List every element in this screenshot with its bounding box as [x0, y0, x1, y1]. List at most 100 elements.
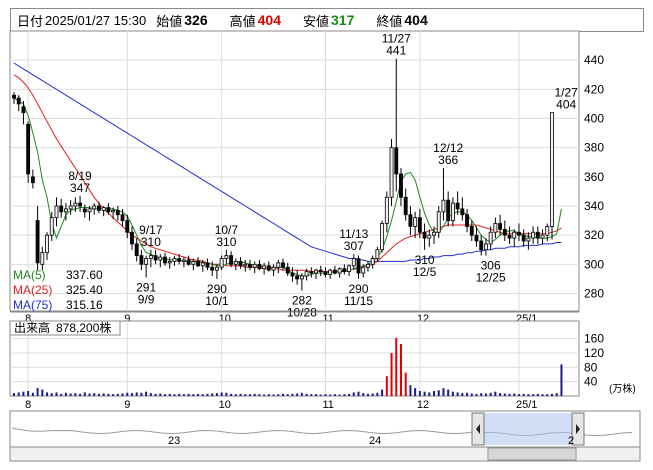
- volume-bar: [145, 391, 148, 396]
- candle-body: [35, 220, 40, 264]
- price-annotation: 10/1: [205, 294, 229, 308]
- volume-bar: [248, 394, 251, 396]
- volume-bar: [79, 393, 82, 396]
- volume-bar: [437, 390, 440, 396]
- stock-chart: 8/193479/173102919/910/731029010/1 28210/…: [9, 30, 641, 462]
- candle-body: [266, 265, 271, 271]
- volume-bar: [97, 393, 100, 396]
- volume-bar: [173, 394, 176, 396]
- volume-bar: [348, 393, 351, 396]
- volume-bar: [352, 392, 355, 396]
- volume-bar: [13, 393, 15, 396]
- volume-bar: [447, 389, 450, 396]
- volume-bar: [546, 394, 549, 396]
- volume-bar: [211, 393, 214, 396]
- volume-bar: [83, 392, 86, 396]
- candle-body: [422, 231, 427, 239]
- volume-bar: [315, 394, 318, 396]
- volume-bar: [494, 391, 497, 396]
- volume-bar: [461, 393, 464, 396]
- volume-bar: [234, 394, 237, 396]
- volume-bar: [319, 394, 322, 396]
- legend-value: 315.16: [66, 298, 103, 312]
- volume-bar: [244, 394, 247, 396]
- candle-body: [535, 231, 540, 239]
- candle-body: [276, 262, 281, 268]
- candle-body: [12, 94, 16, 99]
- volume-bar: [499, 393, 502, 396]
- volume-bar: [541, 394, 544, 396]
- volume-month-label: 9: [124, 399, 130, 411]
- candle: [389, 138, 394, 206]
- volume-bar: [126, 392, 129, 396]
- legend-value: 325.40: [66, 283, 103, 297]
- candle-body: [304, 271, 309, 277]
- candle-body: [370, 258, 375, 265]
- candle-body: [531, 231, 536, 239]
- volume-bar: [168, 393, 171, 396]
- candle-body: [224, 255, 229, 259]
- scrollbar-thumb[interactable]: [487, 447, 577, 461]
- price-tick-label: 420: [584, 82, 604, 96]
- volume-bar: [239, 393, 242, 396]
- candle-body: [139, 255, 144, 265]
- volume-bar: [220, 392, 223, 396]
- volume-bar: [159, 393, 162, 396]
- candle-body: [248, 263, 252, 268]
- price-annotation: 441: [386, 44, 406, 58]
- candle-body: [483, 243, 488, 251]
- candle-body: [281, 262, 285, 268]
- candle: [26, 121, 31, 183]
- candle-body: [356, 258, 361, 274]
- volume-bar: [253, 393, 256, 396]
- candle-body: [384, 196, 389, 224]
- volume-month-label: 12: [417, 399, 429, 411]
- volume-bar: [324, 394, 327, 396]
- candle-body: [106, 207, 111, 213]
- volume-bar: [102, 393, 105, 396]
- volume-bar: [371, 393, 374, 396]
- volume-bar: [414, 388, 417, 396]
- price-tick-label: 340: [584, 199, 604, 213]
- legend-value: 337.60: [66, 268, 103, 282]
- price-tick-label: 280: [584, 287, 604, 301]
- candle-body: [465, 214, 469, 227]
- candle-body: [257, 263, 262, 270]
- volume-bar: [60, 393, 63, 396]
- volume-y-axis: 4080120160: [584, 332, 604, 389]
- candle-body: [366, 263, 370, 268]
- candle-body: [394, 147, 399, 175]
- navigator-label: 23: [168, 435, 180, 447]
- candle-body: [427, 234, 432, 239]
- volume-bar: [333, 394, 336, 396]
- candle-body: [290, 272, 295, 277]
- volume-bar: [310, 394, 313, 396]
- candle-body: [512, 231, 517, 239]
- candle-body: [436, 211, 441, 233]
- volume-bar: [366, 393, 369, 396]
- volume-bar: [357, 391, 360, 396]
- volume-bar: [267, 394, 270, 396]
- volume-bar: [532, 394, 535, 396]
- candle-body: [167, 261, 172, 264]
- candle-body: [521, 234, 526, 242]
- candle-body: [314, 269, 318, 274]
- volume-bar: [503, 393, 506, 396]
- candle-body: [262, 265, 267, 270]
- candle-body: [332, 269, 337, 274]
- candle-body: [191, 261, 196, 265]
- volume-bar: [107, 393, 110, 396]
- candle-body: [337, 268, 342, 274]
- candle-body: [101, 207, 106, 211]
- candle-body: [403, 196, 408, 216]
- volume-bar: [201, 394, 204, 396]
- navigator-selection[interactable]: [480, 413, 574, 445]
- volume-bar: [282, 393, 284, 396]
- volume-bar: [154, 393, 157, 396]
- candle-body: [299, 275, 304, 280]
- volume-bar: [187, 393, 190, 396]
- candle: [380, 220, 385, 253]
- volume-bar: [329, 394, 332, 396]
- volume-bar: [484, 393, 487, 396]
- candle-body: [380, 223, 385, 251]
